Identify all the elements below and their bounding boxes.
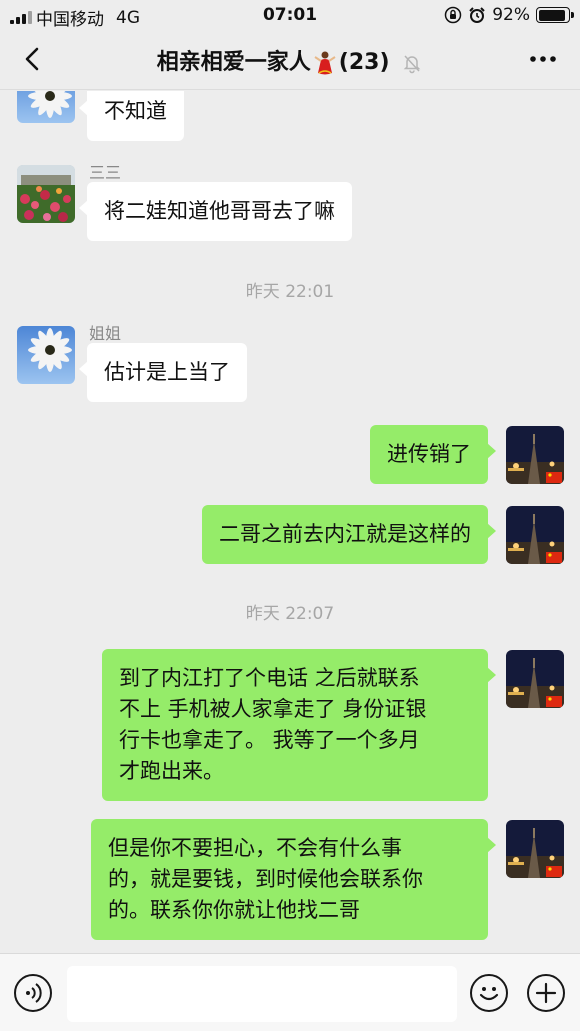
smiley-icon [479, 987, 499, 1001]
status-bar: 中国移动 4G 07:01 92% [0, 0, 580, 30]
chat-header: 相亲相爱一家人 (23) [0, 30, 580, 90]
message-bubble[interactable]: 到了内江打了个电话 之后就联系 不上 手机被人家拿走了 身份证银 行卡也拿走了。… [102, 649, 496, 801]
message-input[interactable] [67, 966, 457, 1022]
message-bubble[interactable]: 估计是上当了 [79, 343, 247, 402]
message-text: 进传销了 [387, 442, 471, 466]
dancer-emoji-icon [314, 51, 336, 75]
avatar-self[interactable] [506, 650, 564, 708]
message-bubble[interactable]: 将二娃知道他哥哥去了嘛 [79, 182, 352, 241]
chat-title: 相亲相爱一家人 (23) [0, 44, 580, 77]
daisy-avatar-icon [17, 91, 75, 123]
timestamp-separator: 昨天 22:01 [245, 282, 335, 302]
battery-icon [536, 7, 574, 23]
message-bubble[interactable]: 进传销了 [370, 425, 496, 484]
message-text: 不知道 [104, 99, 167, 123]
emoji-button[interactable] [470, 974, 508, 1012]
sender-name: 三三 [89, 163, 122, 182]
voice-input-button[interactable] [14, 974, 52, 1012]
input-bar [0, 953, 580, 1031]
voice-icon [26, 983, 42, 1003]
message-line: 的。联系你你就让他找二哥 [108, 898, 360, 922]
avatar-self[interactable] [506, 820, 564, 878]
message-line: 行卡也拿走了。 我等了一个多月 [119, 728, 420, 752]
muted-bell-icon [403, 55, 421, 74]
sender-name: 姐姐 [89, 324, 122, 343]
message-line: 但是你不要担心，不会有什么事 [108, 836, 402, 860]
night-scene-avatar-icon [506, 820, 564, 878]
message-bubble[interactable]: 二哥之前去内江就是这样的 [202, 505, 496, 564]
message-bubble[interactable]: 但是你不要担心，不会有什么事 的，就是要钱，到时候他会联系你 的。联系你你就让他… [91, 819, 496, 940]
more-options-icon[interactable] [526, 44, 560, 74]
alarm-icon [469, 7, 485, 23]
avatar-jiejie[interactable] [17, 91, 75, 123]
night-scene-avatar-icon [506, 426, 564, 484]
night-scene-avatar-icon [506, 506, 564, 564]
member-count: (23) [338, 50, 390, 75]
daisy-avatar-icon [17, 326, 75, 384]
battery-percent: 92% [492, 5, 530, 25]
night-scene-avatar-icon [506, 650, 564, 708]
group-name: 相亲相爱一家人 [156, 50, 311, 75]
avatar-self[interactable] [506, 426, 564, 484]
message-line: 到了内江打了个电话 之后就联系 [119, 666, 420, 690]
message-text: 二哥之前去内江就是这样的 [219, 522, 471, 546]
plus-icon [535, 982, 557, 1004]
message-list[interactable]: 不知道 三三 将二娃知道他哥哥去了嘛 昨天 22:01 姐姐 估计是上当了 进传… [0, 91, 580, 953]
message-line: 的，就是要钱，到时候他会联系你 [108, 867, 423, 891]
more-actions-button[interactable] [527, 974, 565, 1012]
avatar-self[interactable] [506, 506, 564, 564]
message-line: 才跑出来。 [119, 759, 224, 783]
orientation-lock-icon [444, 6, 462, 24]
message-text: 估计是上当了 [104, 360, 230, 384]
message-text: 将二娃知道他哥哥去了嘛 [104, 199, 335, 223]
message-bubble[interactable]: 不知道 [79, 91, 184, 141]
message-line: 不上 手机被人家拿走了 身份证银 [119, 697, 427, 721]
timestamp-separator: 昨天 22:07 [245, 604, 335, 624]
flowers-avatar-icon [17, 165, 75, 223]
avatar-jiejie[interactable] [17, 326, 75, 384]
avatar-sansan[interactable] [17, 165, 75, 223]
